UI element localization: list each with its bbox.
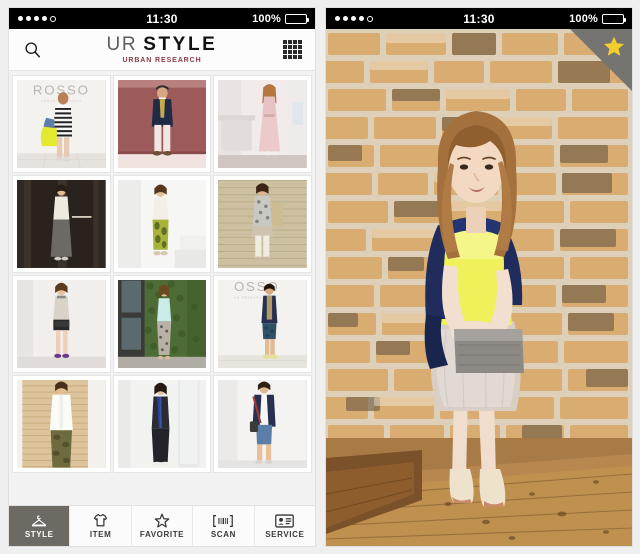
style-card[interactable]	[214, 176, 311, 272]
style-thumbnail	[17, 380, 106, 468]
style-thumbnail	[218, 80, 307, 168]
app-title: UR STYLE URBAN RESEARCH	[55, 35, 269, 64]
battery-icon	[602, 13, 626, 24]
style-card[interactable]: ROSSO URBAN RESEARCH	[13, 76, 110, 172]
style-card[interactable]	[113, 376, 211, 472]
grid-view-icon	[282, 40, 302, 59]
style-thumbnail	[117, 280, 207, 368]
style-detail-photo[interactable]	[326, 29, 632, 546]
brand-wordmark: UR STYLE	[55, 35, 269, 54]
style-card[interactable]	[214, 76, 311, 172]
style-thumbnail	[17, 280, 106, 368]
brand-ur: UR	[106, 34, 138, 55]
brand-style: STYLE	[143, 34, 218, 55]
style-card[interactable]	[113, 276, 211, 372]
battery-cap	[307, 17, 309, 22]
model-figure	[424, 111, 524, 507]
battery-percent-label: 100%	[569, 12, 598, 25]
grid-view-button[interactable]	[269, 40, 315, 59]
brand-subtitle: URBAN RESEARCH	[122, 57, 202, 64]
tab-service[interactable]: SERVICE	[254, 506, 315, 546]
id-card-icon	[275, 513, 295, 528]
search-icon	[24, 42, 40, 58]
style-thumbnail	[17, 180, 106, 268]
style-thumbnail	[218, 180, 307, 268]
style-card[interactable]: OSSO AN RESEARCH	[214, 276, 311, 372]
style-grid: ROSSO URBAN RESEARCH OSSO AN RESEARCH	[13, 76, 311, 472]
style-card[interactable]	[113, 176, 211, 272]
style-card[interactable]	[113, 76, 211, 172]
tshirt-icon	[93, 513, 108, 528]
tab-style[interactable]: STYLE	[9, 506, 71, 546]
tab-service-label: SERVICE	[265, 530, 305, 539]
svg-text:AN RESEARCH: AN RESEARCH	[234, 295, 265, 299]
tab-favorite-label: FAVORITE	[139, 530, 185, 539]
star-icon	[604, 36, 624, 56]
phone-right-style-detail: 11:30 100%	[326, 8, 632, 546]
barcode-icon	[213, 513, 234, 528]
hanger-icon	[31, 513, 47, 528]
style-thumbnail: OSSO AN RESEARCH	[218, 280, 307, 368]
phone-left-style-grid: 11:30 100% UR STYLE URBAN RESEARCH ROSSO…	[9, 8, 315, 546]
style-thumbnail	[117, 80, 207, 168]
tab-style-label: STYLE	[24, 530, 54, 539]
tab-favorite[interactable]: FAVORITE	[131, 506, 194, 546]
style-thumbnail	[117, 380, 207, 468]
tab-scan-label: SCAN	[210, 530, 236, 539]
navigation-bar: UR STYLE URBAN RESEARCH	[9, 29, 315, 71]
battery-status: 100%	[163, 13, 316, 25]
tab-item[interactable]: ITEM	[70, 506, 132, 546]
tab-scan[interactable]: SCAN	[193, 506, 255, 546]
battery-icon	[285, 13, 309, 24]
favorite-star-button[interactable]	[603, 36, 625, 61]
tab-item-label: ITEM	[89, 530, 112, 539]
status-bar-right: 11:30 100%	[326, 8, 632, 29]
style-thumbnail	[117, 180, 207, 268]
battery-cap	[624, 17, 626, 22]
style-card[interactable]	[214, 376, 311, 472]
style-card[interactable]	[13, 376, 110, 472]
style-card[interactable]	[13, 176, 110, 272]
star-icon	[154, 513, 170, 528]
bottom-tab-bar: STYLE ITEM FAVORITE SCAN SERVICE	[9, 505, 315, 546]
battery-status: 100%	[480, 13, 633, 25]
search-button[interactable]	[9, 41, 55, 58]
style-thumbnail	[218, 380, 307, 468]
style-grid-scroll-area[interactable]: ROSSO URBAN RESEARCH OSSO AN RESEARCH	[9, 71, 315, 507]
status-bar-left: 11:30 100%	[9, 8, 315, 29]
style-thumbnail: ROSSO URBAN RESEARCH	[17, 80, 106, 168]
screenshot-root: 11:30 100% UR STYLE URBAN RESEARCH ROSSO…	[0, 0, 640, 554]
battery-percent-label: 100%	[252, 12, 281, 25]
style-card[interactable]	[13, 276, 110, 372]
